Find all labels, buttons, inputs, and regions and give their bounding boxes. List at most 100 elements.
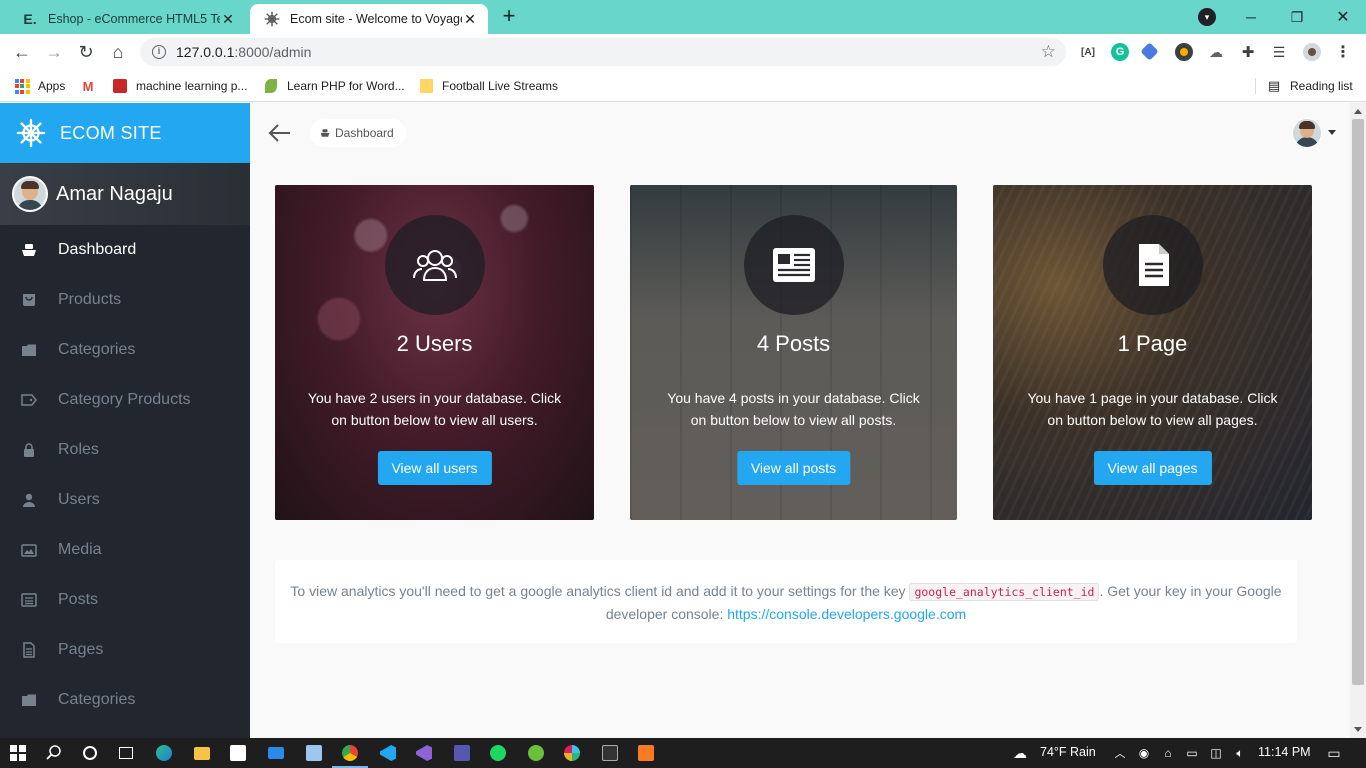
card-description: You have 2 users in your database. Click… [307, 390, 562, 428]
bookmark-apps[interactable]: Apps [14, 76, 65, 96]
battery-icon[interactable]: ▭ [1180, 741, 1204, 765]
tab-ecom-site[interactable]: Ecom site - Welcome to Voyager ✕ [250, 4, 488, 34]
utorrent-icon[interactable] [524, 741, 548, 765]
edge-icon[interactable] [152, 741, 176, 765]
site-info-icon[interactable]: i [152, 45, 166, 59]
extension-icon[interactable] [1175, 43, 1193, 61]
sidebar-item-dashboard[interactable]: Dashboard [0, 225, 250, 275]
sidebar-item-media[interactable]: Media [0, 525, 250, 575]
notepad-icon[interactable] [302, 741, 326, 765]
task-view-icon[interactable] [114, 741, 138, 765]
tab-search-icon[interactable]: ▾ [1198, 8, 1216, 26]
translate-extension-icon[interactable]: [A] [1079, 43, 1097, 61]
scroll-up-icon[interactable] [1354, 109, 1362, 114]
close-window-icon[interactable]: ✕ [1320, 0, 1366, 34]
bookmark-learn-php[interactable]: Learn PHP for Word... [263, 76, 405, 96]
analytics-notice: To view analytics you'll need to get a g… [275, 560, 1297, 643]
wifi-icon[interactable]: ◫ [1204, 741, 1228, 765]
extension-icon[interactable]: ☁ [1207, 43, 1225, 61]
visual-studio-icon[interactable] [412, 741, 436, 765]
breadcrumb[interactable]: Dashboard [310, 119, 406, 147]
avatar [12, 176, 48, 212]
mail-icon[interactable] [264, 741, 288, 765]
person-icon [20, 492, 38, 508]
reading-list-button[interactable]: ▤ Reading list [1266, 76, 1353, 96]
notifications-icon[interactable]: ▭ [1322, 741, 1346, 765]
sidebar-item-posts[interactable]: Posts [0, 575, 250, 625]
xampp-icon[interactable] [634, 741, 658, 765]
sidebar-item-pages[interactable]: Pages [0, 625, 250, 675]
sidebar-user-panel[interactable]: Amar Nagaju [0, 163, 250, 225]
teams-icon[interactable] [450, 741, 474, 765]
back-icon[interactable]: ← [10, 40, 34, 64]
view-all-pages-button[interactable]: View all pages [1093, 451, 1212, 485]
windows-start-icon[interactable] [6, 741, 30, 765]
sidebar-item-label: Categories [58, 341, 136, 358]
close-tab-icon[interactable]: ✕ [220, 11, 236, 28]
user-menu-toggle[interactable] [1292, 118, 1336, 148]
sidebar-item-label: Roles [58, 441, 99, 458]
scroll-down-icon[interactable] [1354, 727, 1362, 732]
new-tab-button[interactable]: + [498, 5, 520, 28]
sidebar-item-category-products[interactable]: Category Products [0, 375, 250, 425]
sidebar-item-users[interactable]: Users [0, 475, 250, 525]
view-all-users-button[interactable]: View all users [377, 451, 492, 485]
search-icon[interactable] [42, 741, 66, 765]
sidebar-item-categories-2[interactable]: Categories [0, 675, 250, 725]
card-description: You have 4 posts in your database. Click… [667, 390, 920, 428]
home-icon[interactable]: ⌂ [106, 40, 130, 64]
chevron-up-icon[interactable]: ︿ [1108, 741, 1132, 765]
brand-header[interactable]: ECOM SITE [0, 103, 250, 163]
address-bar[interactable]: i 127.0.0.1:8000/admin ☆ [140, 38, 1066, 66]
scrollbar-thumb[interactable] [1352, 119, 1364, 685]
volume-icon[interactable]: 🔈︎ [1228, 741, 1252, 765]
vscode-icon[interactable] [376, 741, 400, 765]
sidebar-item-products[interactable]: Products [0, 275, 250, 325]
leaf-icon [263, 78, 279, 94]
apps-grid-icon [14, 78, 30, 94]
folder-icon [20, 692, 38, 708]
forward-icon[interactable]: → [42, 40, 66, 64]
pages-card: 1 Page You have 1 page in your database.… [993, 185, 1312, 520]
slack-icon[interactable] [560, 741, 584, 765]
clock-time[interactable]: 11:14 PM [1258, 745, 1311, 759]
store-icon[interactable] [226, 741, 250, 765]
bookmark-star-icon[interactable]: ☆ [1041, 42, 1056, 62]
page-scrollbar[interactable] [1350, 103, 1366, 738]
chrome-icon[interactable] [332, 741, 368, 768]
brand-name: ECOM SITE [60, 122, 162, 143]
close-tab-icon[interactable]: ✕ [462, 11, 478, 28]
network-icon[interactable]: ⌂ [1156, 741, 1180, 765]
weather-text[interactable]: 74°F Rain [1040, 745, 1096, 759]
browser-menu-icon[interactable]: ⋮ [1334, 43, 1352, 61]
cortana-icon[interactable] [78, 741, 102, 765]
weather-rain-icon[interactable]: ☁ [1008, 741, 1032, 765]
grammarly-icon[interactable]: G [1111, 43, 1129, 61]
sidebar-item-label: Category Products [58, 391, 191, 408]
bookmark-gmail[interactable]: M [80, 76, 104, 96]
card-description: You have 1 page in your database. Click … [1027, 390, 1278, 428]
file-explorer-icon[interactable] [190, 741, 214, 765]
terminal-icon[interactable] [598, 741, 622, 765]
images-icon [20, 542, 38, 558]
eshop-favicon-icon: E. [23, 11, 37, 27]
spotify-icon[interactable] [486, 741, 510, 765]
view-all-posts-button[interactable]: View all posts [736, 451, 851, 485]
user-name: Amar Nagaju [56, 182, 173, 205]
bookmark-machine-learning[interactable]: machine learning p... [112, 76, 247, 96]
sidebar-item-roles[interactable]: Roles [0, 425, 250, 475]
google-console-link[interactable]: https://console.developers.google.com [727, 606, 966, 622]
sidebar-item-categories[interactable]: Categories [0, 325, 250, 375]
puzzle-extensions-icon[interactable]: ✚ [1239, 43, 1257, 61]
extension-icon[interactable] [1140, 42, 1159, 61]
analytics-text: To view analytics you'll need to get a g… [290, 583, 906, 599]
bookmark-football[interactable]: Football Live Streams [418, 76, 558, 96]
media-control-icon[interactable]: ☰ [1270, 43, 1288, 61]
tab-eshop[interactable]: E. Eshop - eCommerce HTML5 Tem ✕ [8, 4, 246, 34]
reload-icon[interactable]: ↻ [74, 40, 98, 64]
meet-now-icon[interactable]: ◉ [1132, 741, 1156, 765]
profile-avatar-icon[interactable] [1303, 43, 1321, 61]
back-arrow-icon[interactable] [268, 123, 292, 143]
minimize-icon[interactable]: ─ [1228, 0, 1274, 34]
maximize-icon[interactable]: ❐ [1274, 0, 1320, 34]
